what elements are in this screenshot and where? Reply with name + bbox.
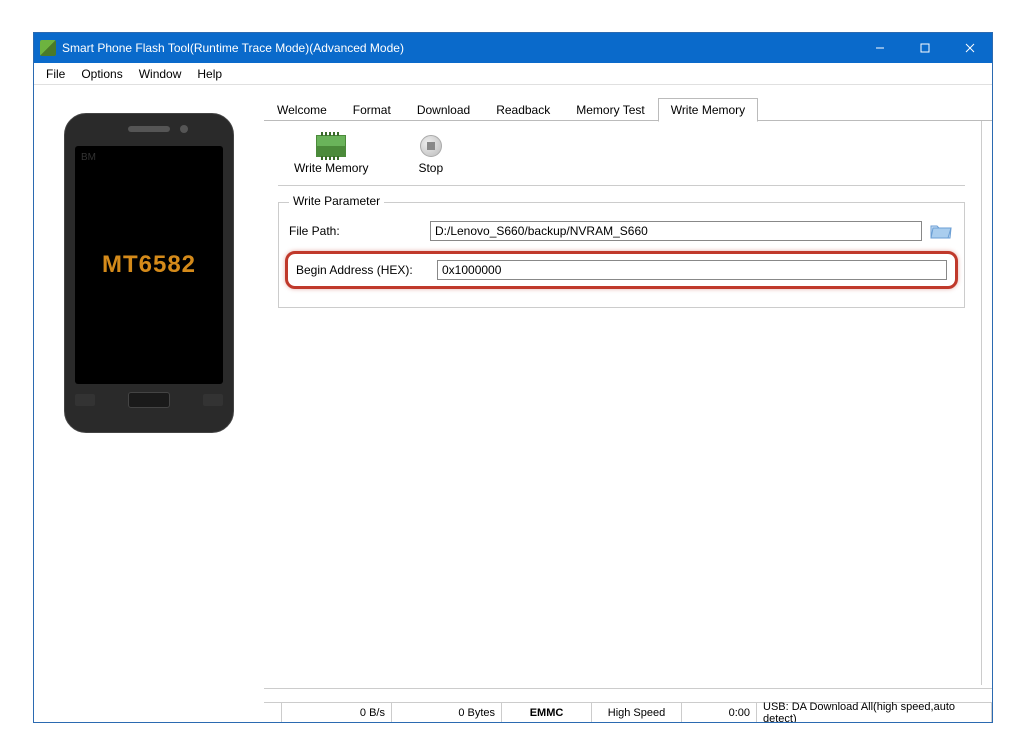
minimize-icon xyxy=(875,43,885,53)
maximize-button[interactable] xyxy=(902,33,947,63)
begin-address-row: Begin Address (HEX): xyxy=(285,251,958,289)
toolbar: Write Memory Stop xyxy=(278,135,965,186)
menu-options[interactable]: Options xyxy=(73,67,130,81)
menubar: File Options Window Help xyxy=(34,63,992,85)
tab-write-memory[interactable]: Write Memory xyxy=(658,98,758,122)
tab-readback[interactable]: Readback xyxy=(483,97,563,121)
window-title: Smart Phone Flash Tool(Runtime Trace Mod… xyxy=(62,41,857,55)
phone-back-btn xyxy=(203,394,223,406)
write-memory-page: Write Memory Stop Write Parameter File P… xyxy=(264,121,982,685)
tab-memory-test[interactable]: Memory Test xyxy=(563,97,657,121)
client-area: BM MT6582 Welcome Format Download Readba… xyxy=(34,85,992,722)
tab-welcome[interactable]: Welcome xyxy=(264,97,340,121)
status-speed: 0 B/s xyxy=(282,703,392,722)
stop-button-label: Stop xyxy=(418,161,443,175)
status-time: 0:00 xyxy=(682,703,757,722)
write-parameter-group: Write Parameter File Path: Begin Addre xyxy=(278,202,965,308)
chip-icon xyxy=(316,135,346,157)
begin-address-input[interactable] xyxy=(437,260,947,280)
maximize-icon xyxy=(920,43,930,53)
file-path-label: File Path: xyxy=(289,224,424,238)
menu-help[interactable]: Help xyxy=(189,67,230,81)
close-icon xyxy=(965,43,975,53)
write-memory-button[interactable]: Write Memory xyxy=(294,135,368,175)
chipset-label: MT6582 xyxy=(102,251,196,279)
file-path-row: File Path: xyxy=(289,221,954,241)
file-path-input[interactable] xyxy=(430,221,922,241)
write-memory-button-label: Write Memory xyxy=(294,161,368,175)
status-mode: High Speed xyxy=(592,703,682,722)
status-empty-1 xyxy=(264,703,282,722)
app-window: Smart Phone Flash Tool(Runtime Trace Mod… xyxy=(33,32,993,723)
status-storage: EMMC xyxy=(502,703,592,722)
minimize-button[interactable] xyxy=(857,33,902,63)
app-icon xyxy=(40,40,56,56)
titlebar: Smart Phone Flash Tool(Runtime Trace Mod… xyxy=(34,33,992,63)
begin-address-label: Begin Address (HEX): xyxy=(296,263,431,277)
folder-icon xyxy=(930,222,952,240)
menu-window[interactable]: Window xyxy=(131,67,190,81)
status-usb: USB: DA Download All(high speed,auto det… xyxy=(757,703,992,722)
phone-camera xyxy=(180,125,188,133)
statusbar: 0 B/s 0 Bytes EMMC High Speed 0:00 USB: … xyxy=(264,702,992,722)
main-panel: Welcome Format Download Readback Memory … xyxy=(264,85,992,722)
phone-screen: BM MT6582 xyxy=(75,146,223,384)
phone-home-btn xyxy=(128,392,170,408)
phone-menu-btn xyxy=(75,394,95,406)
status-bytes: 0 Bytes xyxy=(392,703,502,722)
group-title: Write Parameter xyxy=(289,194,384,208)
stop-icon xyxy=(420,135,442,157)
stop-button[interactable]: Stop xyxy=(418,135,443,175)
menu-file[interactable]: File xyxy=(38,67,73,81)
close-button[interactable] xyxy=(947,33,992,63)
phone-nav-buttons xyxy=(75,392,223,408)
browse-button[interactable] xyxy=(928,221,954,241)
tab-format[interactable]: Format xyxy=(340,97,404,121)
phone-body: BM MT6582 xyxy=(64,113,234,433)
tab-download[interactable]: Download xyxy=(404,97,483,121)
tabstrip: Welcome Format Download Readback Memory … xyxy=(264,97,992,121)
phone-speaker xyxy=(128,126,170,132)
phone-preview-panel: BM MT6582 xyxy=(34,85,264,722)
bm-label: BM xyxy=(81,152,96,163)
